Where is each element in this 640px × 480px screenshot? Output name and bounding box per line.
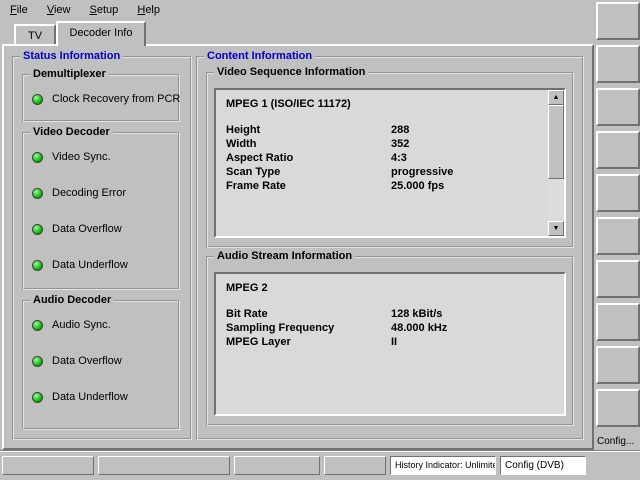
status-row-video-data-underflow: Data Underflow: [32, 258, 128, 272]
menu-help[interactable]: Help: [129, 3, 168, 18]
led-icon: [32, 356, 43, 367]
statusbar-segment-3: [234, 456, 320, 475]
menu-view[interactable]: View: [39, 3, 79, 18]
menu-bar: File View Setup Help: [0, 0, 170, 20]
status-information-title: Status Information: [20, 50, 123, 62]
vertical-scrollbar[interactable]: ▲ ▼: [548, 90, 564, 236]
softkey-button-6[interactable]: [596, 217, 640, 255]
scroll-down-icon[interactable]: ▼: [548, 221, 564, 236]
config-softkey-label[interactable]: Config...: [597, 436, 634, 447]
info-row-height: Height 288: [226, 124, 538, 138]
info-row-sampling-frequency: Sampling Frequency 48.000 kHz: [226, 322, 554, 336]
softkey-button-9[interactable]: [596, 346, 640, 384]
audio-info-box: MPEG 2 Bit Rate 128 kBit/s Sampling Freq…: [214, 272, 566, 416]
audio-decoder-group: Audio Decoder Audio Sync. Data Overflow …: [22, 300, 180, 430]
status-row-audio-data-overflow: Data Overflow: [32, 354, 122, 368]
status-label: Data Overflow: [52, 223, 122, 235]
softkey-button-7[interactable]: [596, 260, 640, 298]
content-information-panel: Content Information Video Sequence Infor…: [196, 56, 584, 440]
status-row-video-sync: Video Sync.: [32, 150, 111, 164]
tab-tv[interactable]: TV: [14, 24, 56, 44]
status-bar: History Indicator: Unlimited Config (DVB…: [0, 450, 640, 480]
led-icon: [32, 224, 43, 235]
led-icon: [32, 392, 43, 403]
status-row-audio-data-underflow: Data Underflow: [32, 390, 128, 404]
video-info-box: MPEG 1 (ISO/IEC 11172) Height 288 Width …: [214, 88, 566, 238]
softkey-button-1[interactable]: [596, 2, 640, 40]
softkey-button-8[interactable]: [596, 303, 640, 341]
info-row-bit-rate: Bit Rate 128 kBit/s: [226, 308, 554, 322]
softkey-column: Config...: [596, 0, 640, 450]
video-codec-heading: MPEG 1 (ISO/IEC 11172): [226, 98, 538, 111]
statusbar-segment-4: [324, 456, 386, 475]
scroll-up-icon[interactable]: ▲: [548, 90, 564, 105]
statusbar-segment-1: [2, 456, 94, 475]
audio-stream-group-title: Audio Stream Information: [214, 250, 355, 262]
info-row-aspect-ratio: Aspect Ratio 4:3: [226, 152, 538, 166]
audio-info-content: MPEG 2 Bit Rate 128 kBit/s Sampling Freq…: [216, 274, 564, 414]
video-decoder-group-title: Video Decoder: [30, 126, 113, 138]
led-icon: [32, 260, 43, 271]
config-field: Config (DVB): [500, 456, 586, 475]
video-decoder-group: Video Decoder Video Sync. Decoding Error…: [22, 132, 180, 290]
softkey-button-3[interactable]: [596, 88, 640, 126]
status-label: Clock Recovery from PCR: [52, 93, 180, 105]
audio-stream-group: Audio Stream Information MPEG 2 Bit Rate…: [206, 256, 574, 426]
status-label: Audio Sync.: [52, 319, 111, 331]
status-label: Data Underflow: [52, 391, 128, 403]
video-sequence-group: Video Sequence Information MPEG 1 (ISO/I…: [206, 72, 574, 248]
status-label: Data Overflow: [52, 355, 122, 367]
softkey-button-4[interactable]: [596, 131, 640, 169]
led-icon: [32, 94, 43, 105]
content-information-title: Content Information: [204, 50, 315, 62]
app-window: File View Setup Help TV Decoder Info Sta…: [0, 0, 640, 480]
statusbar-segment-2: [98, 456, 230, 475]
video-info-content: MPEG 1 (ISO/IEC 11172) Height 288 Width …: [216, 90, 548, 236]
status-label: Video Sync.: [52, 151, 111, 163]
status-information-panel: Status Information Demultiplexer Clock R…: [12, 56, 192, 440]
softkey-button-5[interactable]: [596, 174, 640, 212]
led-icon: [32, 152, 43, 163]
status-row-video-data-overflow: Data Overflow: [32, 222, 122, 236]
info-row-scan-type: Scan Type progressive: [226, 166, 538, 180]
decoder-info-page: Status Information Demultiplexer Clock R…: [2, 44, 594, 450]
led-icon: [32, 188, 43, 199]
menu-file[interactable]: File: [2, 3, 36, 18]
status-row-decoding-error: Decoding Error: [32, 186, 126, 200]
menu-setup[interactable]: Setup: [82, 3, 127, 18]
led-icon: [32, 320, 43, 331]
audio-decoder-group-title: Audio Decoder: [30, 294, 114, 306]
audio-codec-heading: MPEG 2: [226, 282, 554, 295]
status-row-audio-sync: Audio Sync.: [32, 318, 111, 332]
video-sequence-group-title: Video Sequence Information: [214, 66, 368, 78]
info-row-frame-rate: Frame Rate 25.000 fps: [226, 180, 538, 194]
info-row-width: Width 352: [226, 138, 538, 152]
info-row-mpeg-layer: MPEG Layer II: [226, 336, 554, 350]
demultiplexer-group: Demultiplexer Clock Recovery from PCR: [22, 74, 180, 122]
tab-decoder-info[interactable]: Decoder Info: [56, 21, 146, 46]
history-indicator-field: History Indicator: Unlimited: [390, 456, 496, 475]
status-row-clock-recovery: Clock Recovery from PCR: [32, 92, 180, 106]
status-label: Decoding Error: [52, 187, 126, 199]
status-label: Data Underflow: [52, 259, 128, 271]
scrollbar-thumb[interactable]: [548, 105, 564, 179]
demultiplexer-group-title: Demultiplexer: [30, 68, 109, 80]
softkey-button-2[interactable]: [596, 45, 640, 83]
softkey-button-10[interactable]: [596, 389, 640, 427]
